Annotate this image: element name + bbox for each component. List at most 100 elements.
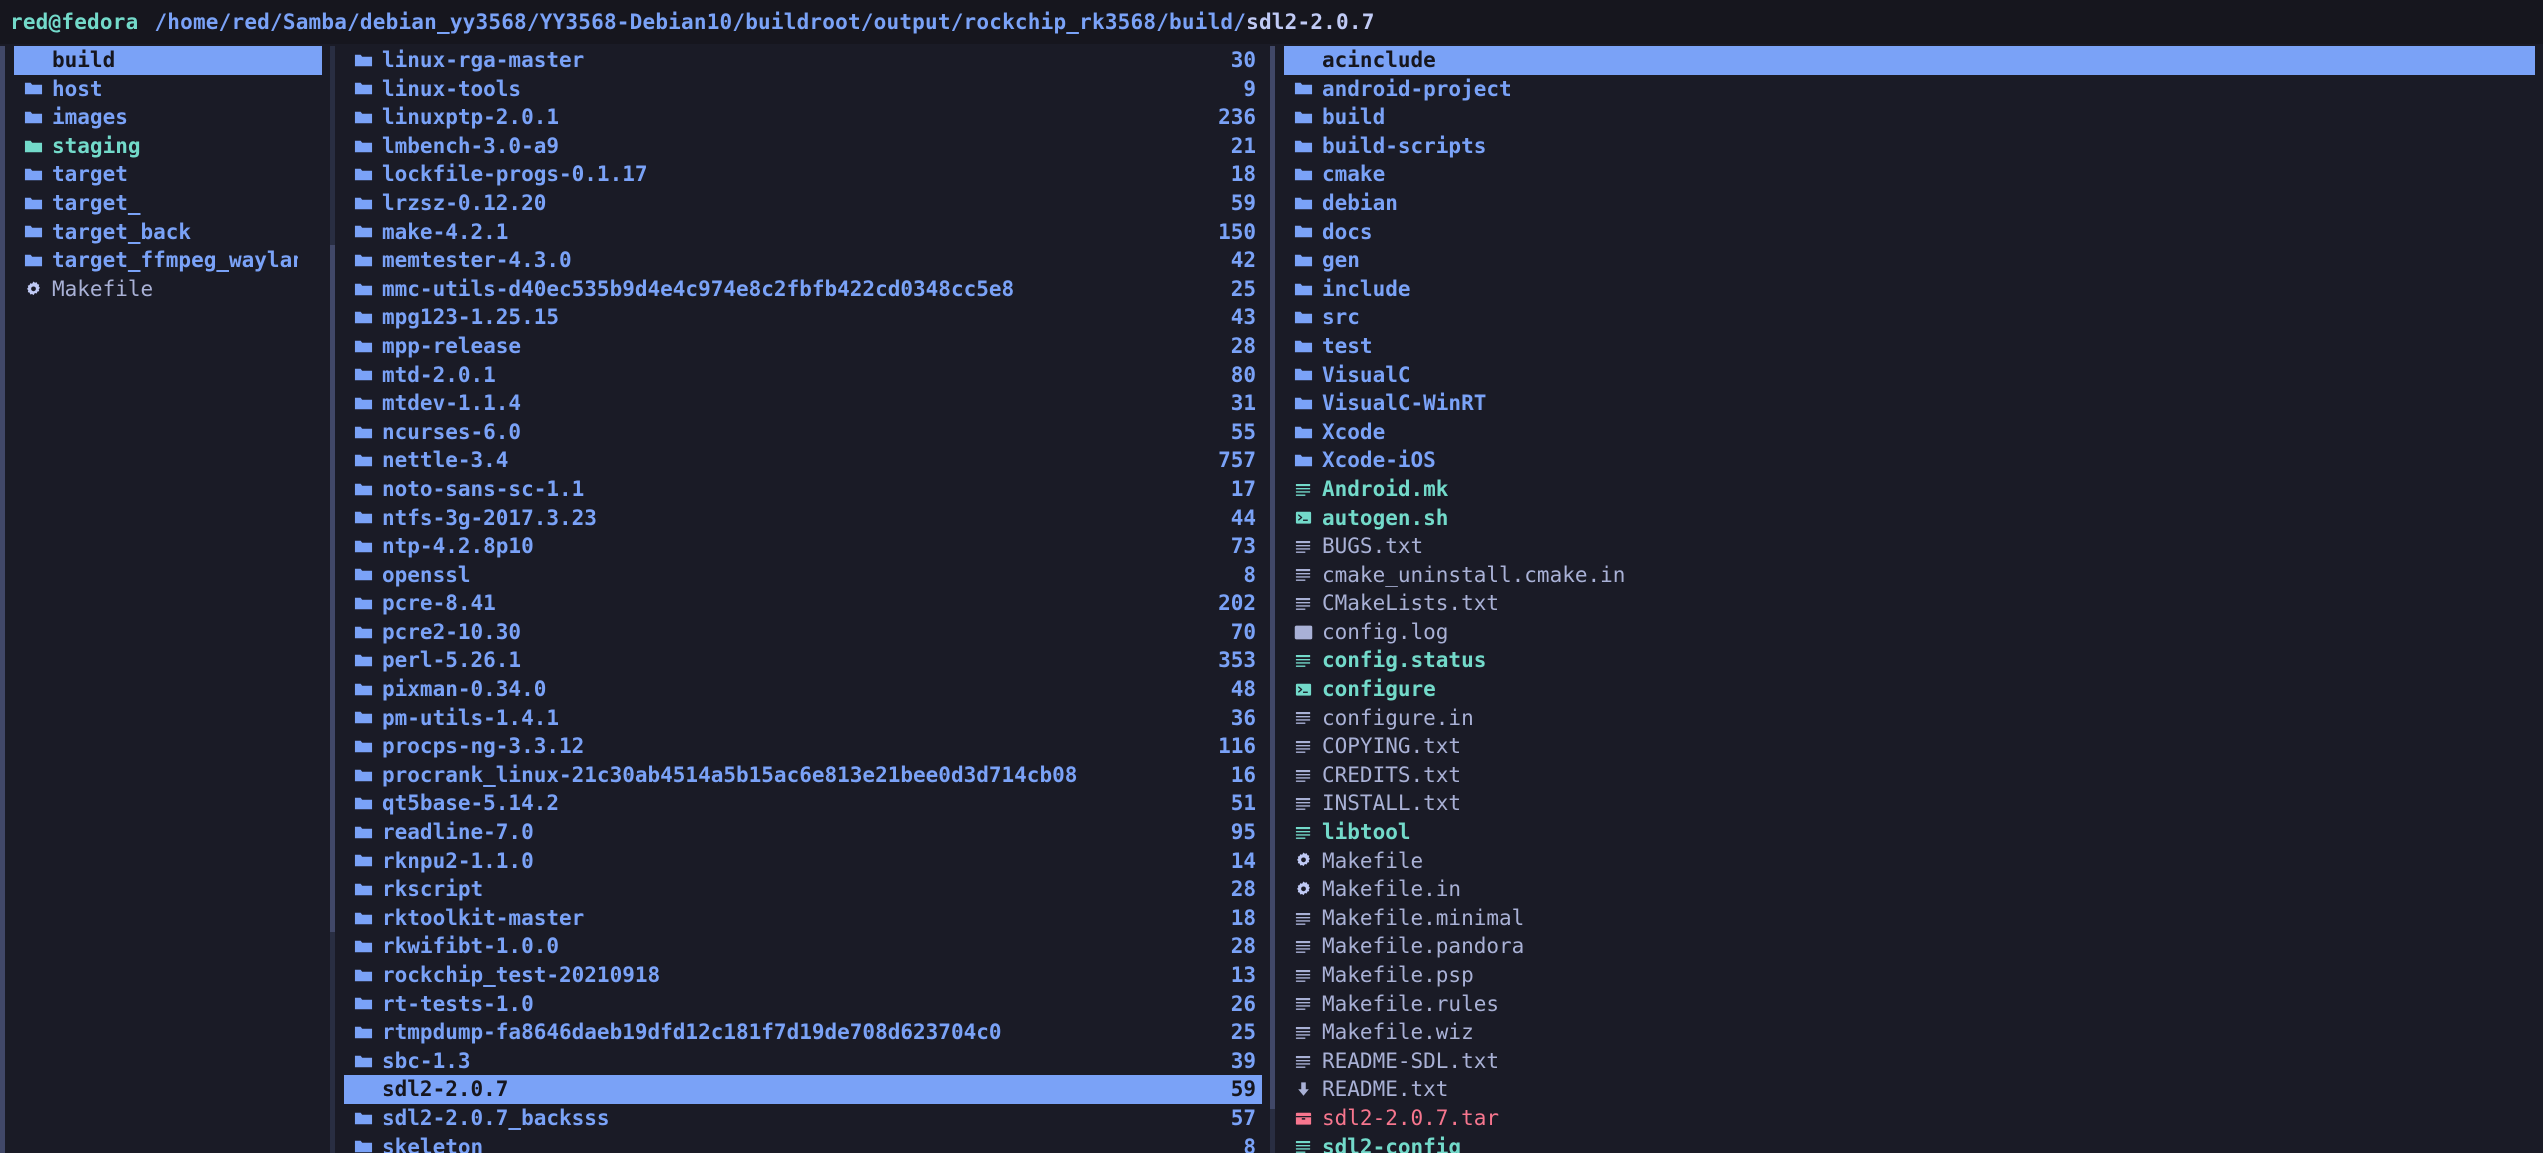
file-row[interactable]: lockfile-progs-0.1.17 18 — [344, 160, 1262, 189]
folder-icon — [354, 79, 378, 98]
file-row[interactable]: pm-utils-1.4.1 36 — [344, 704, 1262, 733]
file-row[interactable]: rtmpdump-fa8646daeb19dfd12c181f7d19de708… — [344, 1018, 1262, 1047]
file-row[interactable]: mmc-utils-d40ec535b9d4e4c974e8c2fbfb422c… — [344, 275, 1262, 304]
file-row[interactable]: COPYING.txt — [1284, 732, 2535, 761]
file-row[interactable]: noto-sans-sc-1.1 17 — [344, 475, 1262, 504]
file-row[interactable]: rknpu2-1.1.0 14 — [344, 847, 1262, 876]
file-row[interactable]: Makefile.rules — [1284, 990, 2535, 1019]
file-row[interactable]: VisualC — [1284, 361, 2535, 390]
file-row[interactable]: readline-7.0 95 — [344, 818, 1262, 847]
file-row[interactable]: README.txt — [1284, 1075, 2535, 1104]
file-row[interactable]: CREDITS.txt — [1284, 761, 2535, 790]
file-row[interactable]: test — [1284, 332, 2535, 361]
file-row[interactable]: openssl 8 — [344, 561, 1262, 590]
parent-pane-scrollbar[interactable] — [0, 46, 5, 1153]
file-row[interactable]: linux-tools 9 — [344, 75, 1262, 104]
file-row[interactable]: VisualC-WinRT — [1284, 389, 2535, 418]
file-row[interactable]: Makefile.wiz — [1284, 1018, 2535, 1047]
file-row-selected[interactable]: build — [14, 46, 322, 75]
file-size: 25 — [1230, 276, 1256, 301]
file-row[interactable]: staging — [14, 132, 322, 161]
file-row[interactable]: libtool — [1284, 818, 2535, 847]
preview-directory-pane[interactable]: acinclude android-project build build-scrip… — [1270, 46, 2543, 1153]
file-row[interactable]: Makefile.psp — [1284, 961, 2535, 990]
file-row[interactable]: mpg123-1.25.15 43 — [344, 303, 1262, 332]
current-directory-pane[interactable]: linux-rga-master 30 linux-tools 9 linuxptp-2… — [330, 46, 1270, 1153]
file-row[interactable]: configure.in — [1284, 704, 2535, 733]
file-row[interactable]: gen — [1284, 246, 2535, 275]
file-row[interactable]: autogen.sh — [1284, 504, 2535, 533]
file-row[interactable]: sdl2-2.0.7.tar — [1284, 1104, 2535, 1133]
file-row[interactable]: memtester-4.3.0 42 — [344, 246, 1262, 275]
file-row[interactable]: images — [14, 103, 322, 132]
file-row[interactable]: INSTALL.txt — [1284, 789, 2535, 818]
path-current-directory[interactable]: sdl2-2.0.7 — [1246, 8, 1374, 37]
file-row[interactable]: configure — [1284, 675, 2535, 704]
file-row[interactable]: pixman-0.34.0 48 — [344, 675, 1262, 704]
file-row[interactable]: rkwifibt-1.0.0 28 — [344, 932, 1262, 961]
file-row[interactable]: skeleton 8 — [344, 1133, 1262, 1153]
file-row[interactable]: pcre2-10.30 70 — [344, 618, 1262, 647]
file-row[interactable]: Makefile.in — [1284, 875, 2535, 904]
file-row[interactable]: lmbench-3.0-a9 21 — [344, 132, 1262, 161]
file-row[interactable]: nettle-3.4 757 — [344, 446, 1262, 475]
file-row[interactable]: sdl2-config — [1284, 1133, 2535, 1153]
file-row[interactable]: Android.mk — [1284, 475, 2535, 504]
file-row-selected[interactable]: sdl2-2.0.7 59 — [344, 1075, 1262, 1104]
file-row[interactable]: BUGS.txt — [1284, 532, 2535, 561]
path-prefix[interactable]: /home/red/Samba/debian_yy3568/YY3568-Deb… — [154, 8, 1246, 37]
file-row[interactable]: pcre-8.41 202 — [344, 589, 1262, 618]
file-row[interactable]: ntfs-3g-2017.3.23 44 — [344, 504, 1262, 533]
file-row[interactable]: rockchip_test-20210918 13 — [344, 961, 1262, 990]
file-row[interactable]: procrank_linux-21c30ab4514a5b15ac6e813e2… — [344, 761, 1262, 790]
file-name: staging — [52, 133, 141, 158]
file-row[interactable]: docs — [1284, 218, 2535, 247]
file-row[interactable]: build-scripts — [1284, 132, 2535, 161]
file-row[interactable]: cmake — [1284, 160, 2535, 189]
file-row[interactable]: CMakeLists.txt — [1284, 589, 2535, 618]
file-row[interactable]: perl-5.26.1 353 — [344, 646, 1262, 675]
file-row[interactable]: mpp-release 28 — [344, 332, 1262, 361]
file-row[interactable]: mtdev-1.1.4 31 — [344, 389, 1262, 418]
file-name: procps-ng-3.3.12 — [382, 734, 585, 759]
preview-pane-scrollbar[interactable] — [1270, 46, 1275, 1153]
file-row[interactable]: rkscript 28 — [344, 875, 1262, 904]
file-row[interactable]: ncurses-6.0 55 — [344, 418, 1262, 447]
file-row[interactable]: Xcode-iOS — [1284, 446, 2535, 475]
file-row[interactable]: config.status — [1284, 646, 2535, 675]
file-row[interactable]: config.log — [1284, 618, 2535, 647]
file-row[interactable]: target_ffmpeg_wayland — [14, 246, 322, 275]
file-row[interactable]: rktoolkit-master 18 — [344, 904, 1262, 933]
file-row[interactable]: Makefile.minimal — [1284, 904, 2535, 933]
file-row[interactable]: target — [14, 160, 322, 189]
folder-icon — [24, 194, 48, 213]
file-row[interactable]: target_back — [14, 218, 322, 247]
file-row[interactable]: Makefile — [14, 275, 322, 304]
file-row[interactable]: Makefile — [1284, 847, 2535, 876]
file-row[interactable]: sdl2-2.0.7_backsss 57 — [344, 1104, 1262, 1133]
file-row[interactable]: procps-ng-3.3.12 116 — [344, 732, 1262, 761]
file-row[interactable]: Makefile.pandora — [1284, 932, 2535, 961]
file-row[interactable]: host — [14, 75, 322, 104]
file-row[interactable]: cmake_uninstall.cmake.in — [1284, 561, 2535, 590]
file-row[interactable]: Xcode — [1284, 418, 2535, 447]
file-row[interactable]: target_ — [14, 189, 322, 218]
file-row[interactable]: src — [1284, 303, 2535, 332]
file-row[interactable]: sbc-1.3 39 — [344, 1047, 1262, 1076]
file-row[interactable]: debian — [1284, 189, 2535, 218]
file-row[interactable]: linux-rga-master 30 — [344, 46, 1262, 75]
file-row[interactable]: linuxptp-2.0.1 236 — [344, 103, 1262, 132]
file-row-selected[interactable]: acinclude — [1284, 46, 2535, 75]
file-row[interactable]: README-SDL.txt — [1284, 1047, 2535, 1076]
file-row[interactable]: rt-tests-1.0 26 — [344, 990, 1262, 1019]
file-row[interactable]: build — [1284, 103, 2535, 132]
file-row[interactable]: include — [1284, 275, 2535, 304]
file-row[interactable]: mtd-2.0.1 80 — [344, 361, 1262, 390]
file-row[interactable]: ntp-4.2.8p10 73 — [344, 532, 1262, 561]
file-row[interactable]: qt5base-5.14.2 51 — [344, 789, 1262, 818]
file-row[interactable]: lrzsz-0.12.20 59 — [344, 189, 1262, 218]
current-pane-scrollbar[interactable] — [330, 46, 335, 1153]
parent-directory-pane[interactable]: build host images staging target target_ targe… — [0, 46, 330, 1153]
file-row[interactable]: make-4.2.1 150 — [344, 218, 1262, 247]
file-row[interactable]: android-project — [1284, 75, 2535, 104]
